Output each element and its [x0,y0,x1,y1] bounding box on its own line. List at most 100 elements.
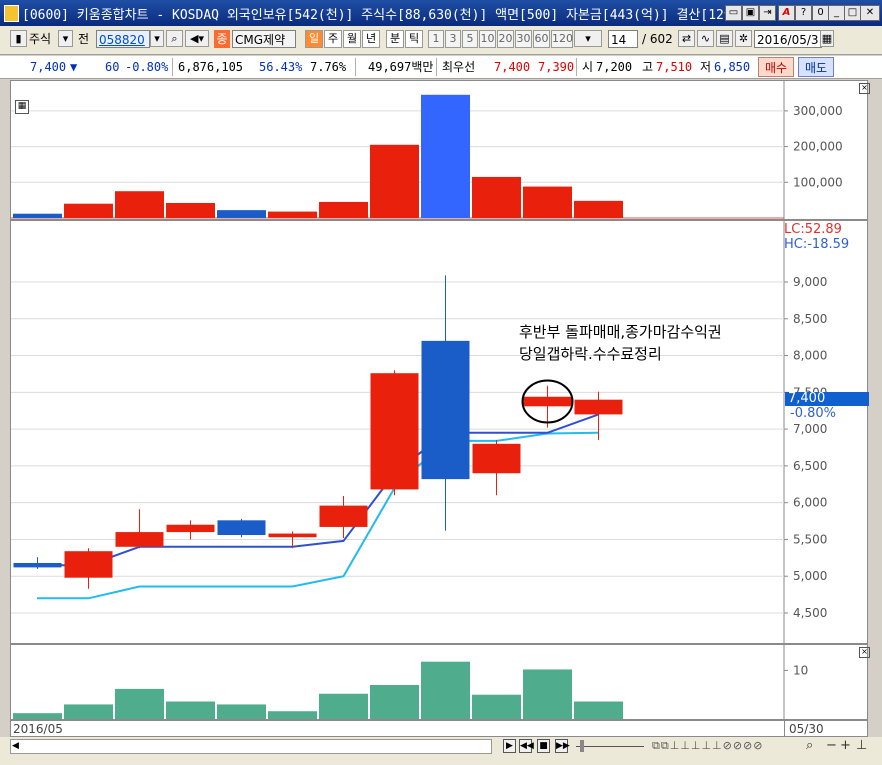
period-tick-button[interactable]: 틱 [405,30,423,48]
code-dropdown-icon[interactable]: ▾ [150,30,164,47]
zoom-search-icon[interactable]: ⌕ [806,738,813,753]
sell-button[interactable]: 매도 [798,57,834,77]
candle-body [115,532,164,547]
y-tick-label: 8,500 [793,312,827,326]
foreign-volume-bar [421,94,470,218]
y-tick-label: 7,000 [793,422,827,436]
category-badge: 종 [214,30,230,48]
indicator-bar [421,661,470,719]
interval-custom-dropdown[interactable]: ▾ [574,30,602,47]
market-label: 주식 [29,32,52,46]
window-tile-icon[interactable]: ▣ [742,5,759,21]
fast-forward-icon[interactable]: ▶▶ [555,739,570,753]
speaker-icon[interactable]: ◀▾ [185,30,209,47]
divider [576,58,577,76]
annotation-line2: 당일갭하락.수수료정리 [519,345,662,363]
rewind-icon[interactable]: ◀◀ [519,739,534,753]
candle-body [319,505,368,527]
window-pin-icon[interactable]: ⇥ [759,5,776,21]
speed-slider[interactable] [576,746,644,747]
interval-3-button[interactable]: 3 [445,30,461,48]
horizontal-scrollbar[interactable]: ◀ [10,739,492,754]
interval-60-button[interactable]: 60 [533,30,550,48]
speed-slider-handle[interactable] [580,740,584,752]
period-day-button[interactable]: 일 [305,30,323,48]
price-chart: 4,5005,0005,5006,0006,5007,0007,5008,000… [11,221,827,645]
interval-5-button[interactable]: 5 [462,30,478,48]
quote-bar: 7,400 ▼ 60 -0.80% 6,876,105 56.43% 7.76%… [0,56,882,79]
indicator-bar [523,669,572,719]
trade-volume: 6,876,105 [178,60,244,74]
date-input[interactable]: 2016/05/3 [754,30,822,48]
count-input[interactable]: 14 [608,30,638,48]
scroll-left-icon[interactable]: ◀ [12,741,19,752]
zoom-in-icon[interactable]: + [840,738,851,753]
calendar-icon[interactable]: ▦ [820,30,834,47]
foreign-volume-bar [217,210,266,218]
open-label: 시 [582,60,594,74]
period-year-button[interactable]: 년 [362,30,380,48]
minimize-button[interactable]: _ [828,5,845,21]
indicator-bar [217,704,266,719]
gear-icon[interactable]: ✲ [735,30,752,47]
interval-30-button[interactable]: 30 [515,30,532,48]
divider [172,58,173,76]
pane-close-icon[interactable]: × [859,83,870,94]
interval-120-button[interactable]: 120 [551,30,573,48]
candle-body [523,396,572,407]
market-type-icon[interactable]: ▮ [10,30,27,47]
chart-tool-icon[interactable]: ⇄ [678,30,695,47]
alert-a-icon[interactable]: A [778,5,795,21]
candle-body [472,443,521,474]
market-dropdown-icon[interactable]: ▾ [58,30,73,47]
candle-body [370,373,419,490]
interval-1-button[interactable]: 1 [428,30,444,48]
drawing-tools-icon[interactable]: ⧉⧉⊥⊥⊥⊥⊥⊘⊘⊘⊘ [652,739,764,753]
y-tick-label: 8,000 [793,349,827,363]
maximize-button[interactable]: □ [844,5,861,21]
window-link-icon[interactable]: ▭ [725,5,742,21]
help-icon[interactable]: ? [795,5,812,21]
foreign-volume-bar [115,191,164,218]
grid-icon[interactable]: ▦ [15,100,29,114]
high-price: 7,510 [656,60,693,74]
indicator-bar [574,701,623,719]
play-icon[interactable]: ▶ [503,739,516,753]
stock-code-input[interactable]: 058820 [96,30,150,48]
zoom-reset-icon[interactable]: ⊥ [856,738,867,753]
pane-close-icon[interactable]: × [859,647,870,658]
interval-10-button[interactable]: 10 [479,30,496,48]
prefix-label: 전 [78,32,90,46]
candle-body [64,551,113,578]
divider [355,58,356,76]
close-button[interactable]: ✕ [860,5,880,21]
price-pane: 4,5005,0005,5006,0006,5007,0007,5008,000… [10,220,869,645]
foreign-volume-bar [523,186,572,218]
foreign-volume-bar [472,176,521,218]
trade-amount: 49,697백만 [368,60,434,74]
title-bar: [0600] 키움종합차트 - KOSDAQ 외국인보유[542(천)] 주식수… [0,0,882,26]
stop-icon[interactable]: ■ [537,739,550,753]
annotation-line1: 후반부 돌파매매,종가마감수익권 [519,323,722,341]
line-chart-icon[interactable]: ∿ [697,30,714,47]
indicator-bar [319,693,368,719]
toolbar: ▮ 주식 ▾ 전 058820 ▾ ⌕ ◀▾ 종 CMG제약 일 주 월 년 분… [0,26,882,55]
chart-save-icon[interactable]: ▤ [716,30,733,47]
interval-20-button[interactable]: 20 [497,30,514,48]
period-minute-button[interactable]: 분 [386,30,404,48]
indicator-bar [268,711,317,719]
y-tick-label: 10 [793,663,808,677]
options-icon[interactable]: 0 [812,5,829,21]
magnifier-icon[interactable]: ⌕ [166,30,183,47]
buy-button[interactable]: 매수 [758,57,794,77]
price-change-pct: -0.80% [125,60,169,74]
period-week-button[interactable]: 주 [324,30,342,48]
zoom-out-icon[interactable]: − [826,738,837,753]
x-axis-end-label: 05/30 [789,722,824,736]
current-price-badge: 7,400 [785,392,869,406]
y-tick-label: 5,500 [793,532,827,546]
foreign-volume-bar [166,203,215,218]
period-month-button[interactable]: 월 [343,30,361,48]
app-icon [4,5,19,22]
window-title: [0600] 키움종합차트 - KOSDAQ 외국인보유[542(천)] 주식수… [22,8,744,23]
